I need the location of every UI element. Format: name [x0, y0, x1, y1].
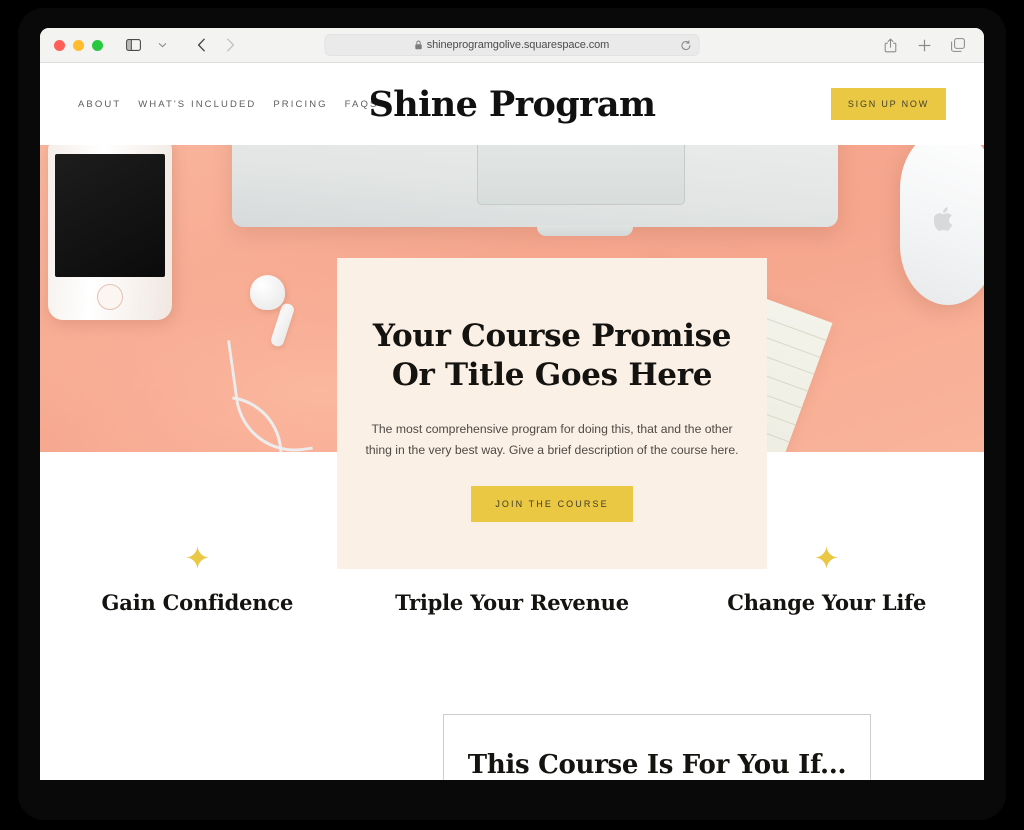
screenshot-root: shineprogramgolive.squarespace.com ABOUT… [0, 0, 1024, 830]
course-for-you-title: This Course Is For You If... [467, 750, 847, 780]
sparkle-star-icon [814, 545, 840, 570]
lock-icon [415, 40, 422, 50]
site-header: ABOUT WHAT'S INCLUDED PRICING FAQS Shine… [40, 63, 984, 145]
sidebar-toggle-icon[interactable] [120, 34, 146, 56]
nav-item-about[interactable]: ABOUT [78, 99, 121, 110]
feature-item: Gain Confidence [40, 545, 355, 615]
hero-promise-card: Your Course Promise Or Title Goes Here T… [337, 258, 767, 569]
address-bar[interactable]: shineprogramgolive.squarespace.com [324, 34, 700, 57]
tab-overview-icon[interactable] [945, 34, 971, 56]
iphone-photo-object [48, 145, 172, 320]
nav-item-pricing[interactable]: PRICING [273, 99, 327, 110]
earbud [250, 275, 285, 310]
feature-title: Change Your Life [727, 590, 927, 615]
iphone-home-button [97, 284, 123, 310]
join-the-course-button[interactable]: JOIN THE COURSE [471, 485, 633, 522]
nav-item-whats-included[interactable]: WHAT'S INCLUDED [138, 99, 256, 110]
hero-description: The most comprehensive program for doing… [365, 422, 739, 458]
macbook-photo-object [232, 145, 838, 236]
toolbar-nav-group [120, 34, 243, 56]
site-logo[interactable]: Shine Program [369, 84, 656, 125]
back-arrow-icon[interactable] [188, 34, 214, 56]
magic-mouse-photo-object [900, 145, 984, 305]
reload-icon[interactable] [681, 39, 692, 57]
minimize-window-button[interactable] [73, 39, 84, 51]
feature-title: Gain Confidence [101, 590, 294, 615]
course-for-you-panel: This Course Is For You If... [443, 714, 871, 780]
address-bar-wrapper: shineprogramgolive.squarespace.com [324, 34, 700, 57]
close-window-button[interactable] [54, 39, 65, 51]
apple-logo-icon [934, 207, 953, 231]
chevron-down-icon[interactable] [149, 34, 175, 56]
hero-title: Your Course Promise Or Title Goes Here [372, 318, 732, 394]
browser-toolbar: shineprogramgolive.squarespace.com [40, 28, 984, 63]
window-controls [54, 39, 103, 51]
address-bar-url: shineprogramgolive.squarespace.com [426, 39, 610, 51]
share-icon[interactable] [877, 34, 903, 56]
browser-window: shineprogramgolive.squarespace.com ABOUT… [40, 28, 984, 780]
plus-icon[interactable] [911, 34, 937, 56]
sparkle-star-icon [184, 545, 210, 570]
iphone-screen [55, 154, 165, 277]
macbook-trackpad [477, 145, 685, 205]
toolbar-right-group [877, 34, 971, 56]
feature-title: Triple Your Revenue [395, 590, 629, 615]
main-navigation: ABOUT WHAT'S INCLUDED PRICING FAQS [78, 99, 378, 110]
macbook-notch [537, 225, 633, 236]
maximize-window-button[interactable] [92, 39, 103, 51]
sign-up-now-button[interactable]: SIGN UP NOW [830, 88, 946, 120]
forward-arrow-icon[interactable] [217, 34, 243, 56]
